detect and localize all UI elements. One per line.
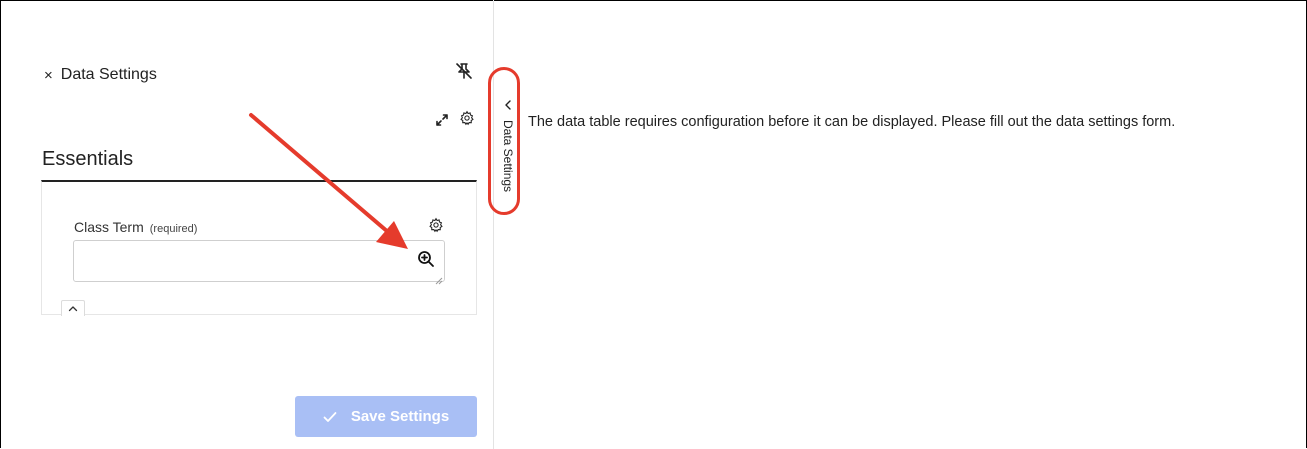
resize-handle-icon[interactable] — [435, 272, 443, 290]
field-label: Class Term (required) — [74, 219, 197, 235]
panel-title: Data Settings — [60, 66, 157, 83]
configuration-message: The data table requires configuration be… — [528, 114, 1176, 130]
panel-header: × Data Settings — [44, 66, 157, 84]
field-gear-icon[interactable] — [428, 217, 444, 238]
pin-off-icon[interactable] — [455, 62, 473, 85]
field-label-text: Class Term — [74, 219, 144, 235]
essentials-section: Class Term (required) — [41, 180, 477, 316]
data-settings-side-tab[interactable]: Data Settings — [496, 96, 520, 208]
zoom-in-icon[interactable] — [417, 250, 435, 273]
save-settings-label: Save Settings — [350, 408, 450, 425]
chevron-up-icon — [68, 306, 78, 312]
expand-icon[interactable] — [434, 112, 450, 133]
side-tab-label: Data Settings — [501, 120, 515, 193]
close-icon[interactable]: × — [44, 67, 53, 84]
data-settings-panel: × Data Settings Essentials Class Term (re… — [0, 0, 494, 449]
required-note: (required) — [149, 223, 198, 235]
gear-icon[interactable] — [459, 110, 475, 131]
collapse-section-button[interactable] — [61, 300, 85, 316]
save-settings-button[interactable]: Save Settings — [295, 396, 477, 437]
section-title-essentials: Essentials — [42, 148, 134, 170]
check-icon — [323, 411, 337, 423]
chevron-left-icon — [504, 98, 512, 116]
class-term-input[interactable] — [73, 240, 445, 282]
